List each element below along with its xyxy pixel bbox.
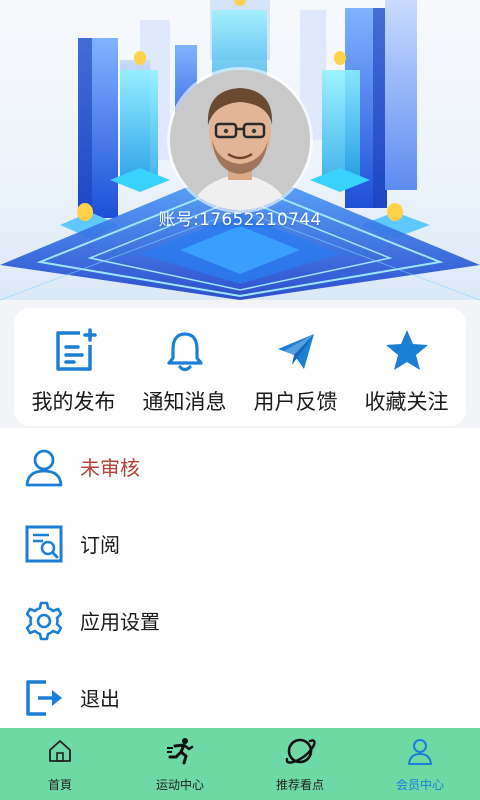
search-document-icon bbox=[22, 522, 66, 566]
favorites-button[interactable]: 收藏关注 bbox=[351, 308, 462, 426]
app-settings-item[interactable]: 应用设置 bbox=[0, 582, 480, 659]
settings-menu: 未审核 订阅 应用设置 退出 bbox=[0, 428, 480, 728]
subscription-item[interactable]: 订阅 bbox=[0, 505, 480, 582]
feedback-button[interactable]: 用户反馈 bbox=[240, 308, 351, 426]
tab-home-label: 首頁 bbox=[47, 778, 72, 792]
gear-icon bbox=[22, 599, 66, 643]
feedback-label: 用户反馈 bbox=[253, 390, 338, 414]
notifications-button[interactable]: 通知消息 bbox=[129, 308, 240, 426]
logout-label: 退出 bbox=[80, 687, 120, 711]
profile-banner: 账号:17652210744 bbox=[0, 0, 480, 300]
tab-recommended[interactable]: 推荐看点 bbox=[240, 728, 360, 800]
star-icon bbox=[383, 326, 431, 376]
tab-member-center[interactable]: 会员中心 bbox=[360, 728, 480, 800]
user-icon bbox=[22, 445, 66, 489]
subscription-label: 订阅 bbox=[80, 533, 120, 557]
favorites-label: 收藏关注 bbox=[364, 390, 449, 414]
app-settings-label: 应用设置 bbox=[80, 610, 160, 634]
bell-icon bbox=[163, 326, 207, 376]
tab-sports-center[interactable]: 运动中心 bbox=[120, 728, 240, 800]
paper-plane-icon bbox=[274, 326, 318, 376]
review-status-item[interactable]: 未审核 bbox=[0, 428, 480, 505]
account-number: 账号:17652210744 bbox=[158, 210, 322, 230]
member-icon bbox=[407, 736, 433, 766]
avatar[interactable] bbox=[170, 70, 310, 210]
user-photo bbox=[170, 70, 310, 210]
my-posts-label: 我的发布 bbox=[31, 390, 116, 414]
logout-icon bbox=[22, 676, 66, 720]
tab-recommended-label: 推荐看点 bbox=[275, 778, 324, 792]
review-status-label: 未审核 bbox=[80, 456, 140, 480]
bottom-tab-bar: 首頁 运动中心 推荐看点 会员中心 bbox=[0, 728, 480, 800]
planet-icon bbox=[284, 736, 316, 766]
home-icon bbox=[47, 736, 73, 766]
edit-document-icon bbox=[50, 326, 98, 376]
notifications-label: 通知消息 bbox=[142, 390, 227, 414]
tab-home[interactable]: 首頁 bbox=[0, 728, 120, 800]
tab-member-center-label: 会员中心 bbox=[395, 778, 444, 792]
logout-item[interactable]: 退出 bbox=[0, 659, 480, 736]
runner-icon bbox=[166, 736, 194, 766]
tab-sports-center-label: 运动中心 bbox=[155, 778, 204, 792]
my-posts-button[interactable]: 我的发布 bbox=[18, 308, 129, 426]
quick-actions-card: 我的发布 通知消息 用户反馈 收藏关注 bbox=[14, 308, 466, 426]
